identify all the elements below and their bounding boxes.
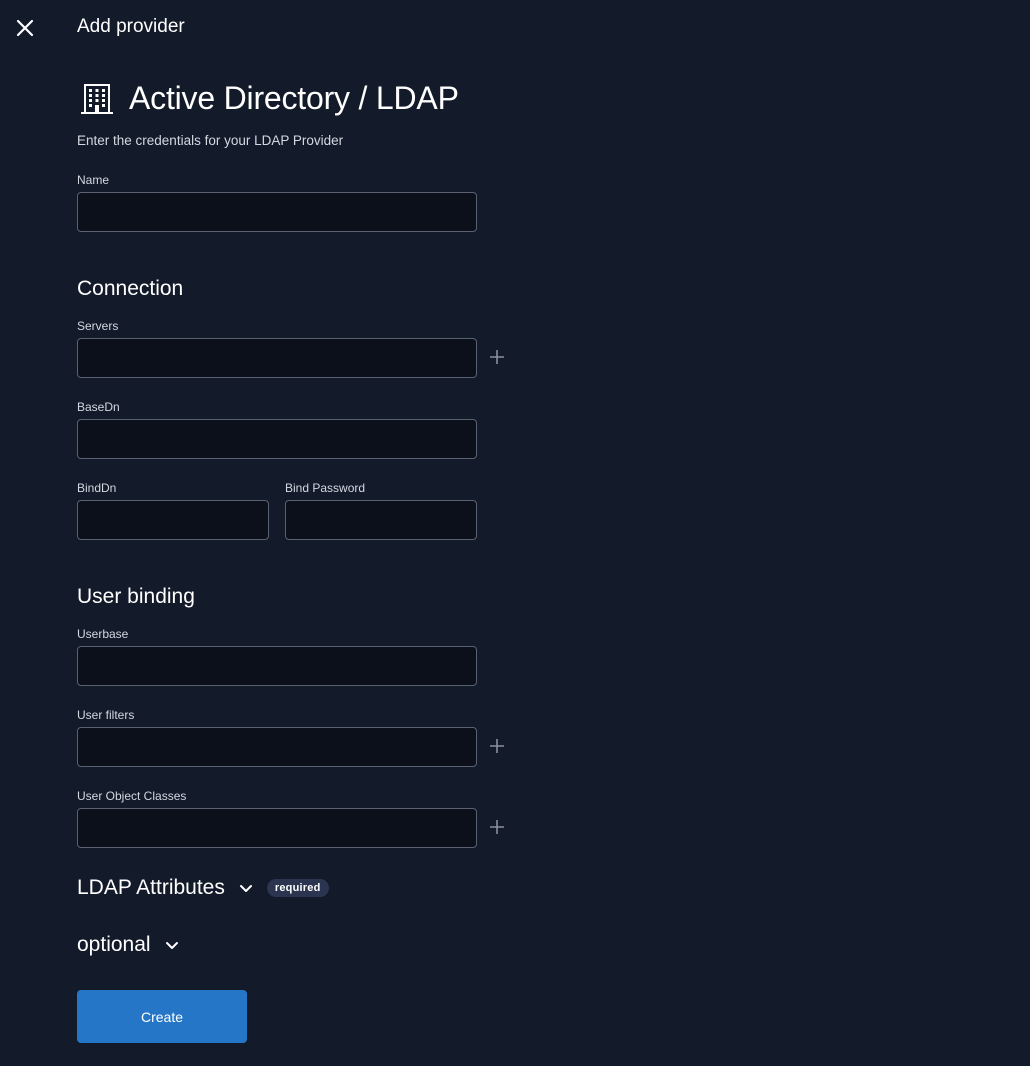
add-user-object-class-plus-icon[interactable]: [488, 818, 506, 836]
create-button[interactable]: Create: [77, 990, 247, 1043]
userbase-label: Userbase: [77, 627, 129, 641]
provider-subtitle: Enter the credentials for your LDAP Prov…: [77, 133, 344, 148]
user-filters-input[interactable]: [77, 727, 477, 767]
optional-toggle[interactable]: optional: [77, 933, 179, 957]
basedn-label: BaseDn: [77, 400, 120, 414]
servers-input[interactable]: [77, 338, 477, 378]
binddn-label: BindDn: [77, 481, 117, 495]
ldap-attributes-toggle[interactable]: LDAP Attributes required: [77, 876, 329, 900]
chevron-down-icon: [165, 942, 178, 949]
provider-title: Active Directory / LDAP: [129, 80, 459, 116]
user-object-classes-input[interactable]: [77, 808, 477, 848]
provider-heading: Active Directory / LDAP: [77, 80, 459, 117]
ldap-attributes-title: LDAP Attributes: [77, 876, 225, 899]
bind-password-input[interactable]: [285, 500, 477, 540]
user-binding-section-title: User binding: [77, 585, 195, 608]
connection-section-title: Connection: [77, 277, 184, 300]
basedn-input[interactable]: [77, 419, 477, 459]
name-label: Name: [77, 173, 110, 187]
servers-label: Servers: [77, 319, 119, 333]
user-object-classes-label: User Object Classes: [77, 789, 187, 803]
bind-password-label: Bind Password: [285, 481, 366, 495]
close-icon[interactable]: [14, 17, 36, 39]
name-input[interactable]: [77, 192, 477, 232]
chevron-down-icon: [239, 885, 252, 892]
add-provider-page: Add provider Active Directory / LDAP Ent…: [0, 0, 1030, 1066]
optional-title: optional: [77, 933, 151, 956]
required-badge: required: [266, 879, 329, 897]
user-filters-label: User filters: [77, 708, 135, 722]
building-icon: [81, 83, 113, 114]
add-server-plus-icon[interactable]: [488, 348, 506, 366]
binddn-input[interactable]: [77, 500, 269, 540]
page-title: Add provider: [77, 16, 185, 37]
add-user-filter-plus-icon[interactable]: [488, 737, 506, 755]
userbase-input[interactable]: [77, 646, 477, 686]
